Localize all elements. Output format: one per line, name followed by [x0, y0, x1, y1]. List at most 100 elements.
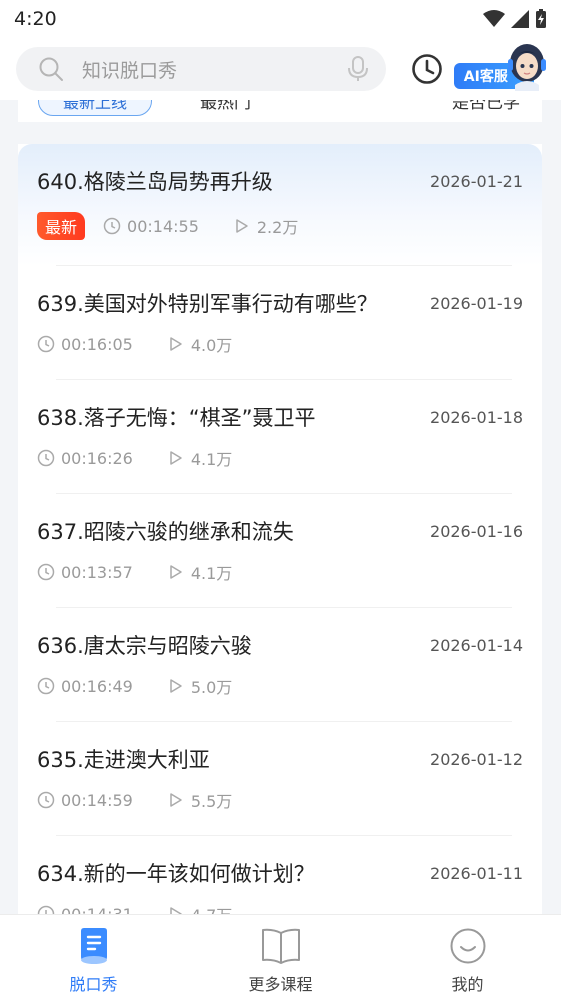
list-item[interactable]: 634.新的一年该如何做计划？ 2026-01-11 00:14:31 4.7万: [18, 836, 542, 914]
play-count-text: 5.5万: [190, 792, 233, 811]
duration: 00:16:05: [37, 335, 133, 354]
search-icon: [39, 57, 63, 81]
duration: 00:16:26: [37, 449, 133, 468]
ai-avatar-icon: [508, 44, 546, 91]
episode-date: 2026-01-16: [430, 522, 523, 541]
top-bar: 知识脱口秀 AI客服: [0, 38, 561, 100]
battery-icon: [536, 9, 546, 28]
play-icon: [170, 679, 182, 693]
search-bar[interactable]: 知识脱口秀: [16, 47, 387, 91]
play-count-text: 5.0万: [190, 678, 233, 697]
episode-title: 637.昭陵六骏的继承和流失: [37, 520, 294, 544]
play-icon: [170, 793, 182, 807]
episode-date: 2026-01-19: [430, 294, 523, 313]
episode-meta: 00:16:05 4.0万: [37, 332, 232, 356]
play-count: 4.7万: [169, 902, 232, 914]
play-count-text: 2.2万: [256, 218, 299, 237]
filter-row: 最新上线 最热门 是否已学: [18, 100, 542, 122]
episode-meta: 00:14:59 5.5万: [37, 788, 232, 812]
play-count: 5.5万: [169, 788, 232, 812]
filter-hot[interactable]: 最热门: [200, 100, 251, 113]
list-item[interactable]: 640.格陵兰岛局势再升级 2026-01-21 最新 00:14:55 2.2…: [18, 144, 542, 266]
play-count: 4.1万: [169, 446, 232, 470]
bottom-tab-bar: 脱口秀 更多课程 我的: [0, 914, 561, 999]
episode-title: 639.美国对外特别军事行动有哪些？: [37, 292, 378, 316]
clock-icon: [37, 677, 55, 695]
play-count-text: 4.1万: [190, 564, 233, 583]
play-count-text: 4.1万: [190, 450, 233, 469]
duration-text: 00:14:55: [127, 216, 199, 236]
talkshow-icon: [80, 928, 107, 964]
episode-meta: 00:16:49 5.0万: [37, 674, 232, 698]
clock-icon: [37, 335, 55, 353]
clock-icon: [37, 791, 55, 809]
ai-service-button[interactable]: AI客服: [453, 44, 546, 91]
episode-title: 635.走进澳大利亚: [37, 748, 210, 772]
list-item[interactable]: 639.美国对外特别军事行动有哪些？ 2026-01-19 00:16:05 4…: [18, 266, 542, 380]
play-icon: [170, 337, 182, 351]
episode-title: 638.落子无悔：“棋圣”聂卫平: [37, 406, 316, 430]
filter-learned[interactable]: 是否已学: [452, 100, 520, 113]
episode-title: 634.新的一年该如何做计划？: [37, 862, 315, 886]
episode-date: 2026-01-12: [430, 750, 523, 769]
play-count: 4.0万: [169, 332, 232, 356]
episode-list: 640.格陵兰岛局势再升级 2026-01-21 最新 00:14:55 2.2…: [18, 144, 542, 914]
duration-text: 00:13:57: [61, 562, 133, 582]
duration: 00:14:59: [37, 791, 133, 810]
play-icon: [170, 565, 182, 579]
clock-icon: [37, 905, 55, 914]
play-count: 2.2万: [235, 214, 298, 238]
episode-date: 2026-01-11: [430, 864, 523, 883]
clock-icon: [103, 217, 121, 235]
episode-meta: 00:13:57 4.1万: [37, 560, 232, 584]
episode-meta: 00:14:31 4.7万: [37, 902, 232, 914]
play-count-text: 4.0万: [190, 336, 233, 355]
play-count: 5.0万: [169, 674, 232, 698]
play-count: 4.1万: [169, 560, 232, 584]
duration: 00:16:49: [37, 677, 133, 696]
filter-latest[interactable]: 最新上线: [38, 100, 152, 116]
episode-title: 640.格陵兰岛局势再升级: [37, 170, 273, 194]
clock-icon: [412, 54, 442, 84]
tab-label: 我的: [451, 975, 484, 994]
signal-icon: [511, 10, 529, 28]
history-button[interactable]: [410, 52, 444, 86]
episode-title: 636.唐太宗与昭陵六骏: [37, 634, 252, 658]
list-item[interactable]: 637.昭陵六骏的继承和流失 2026-01-16 00:13:57 4.1万: [18, 494, 542, 608]
system-icons: [483, 9, 547, 29]
duration-text: 00:16:05: [61, 334, 133, 354]
tab-more-courses[interactable]: 更多课程: [187, 915, 374, 999]
episode-date: 2026-01-18: [430, 408, 523, 427]
duration-text: 00:16:49: [61, 676, 133, 696]
list-item[interactable]: 636.唐太宗与昭陵六骏 2026-01-14 00:16:49 5.0万: [18, 608, 542, 722]
profile-face-icon: [450, 928, 485, 964]
clock-icon: [37, 449, 55, 467]
duration: 00:13:57: [37, 563, 133, 582]
duration-text: 00:14:31: [61, 904, 133, 915]
duration-text: 00:16:26: [61, 448, 133, 468]
microphone-icon[interactable]: [348, 56, 369, 82]
play-icon: [236, 219, 248, 233]
episode-date: 2026-01-21: [430, 172, 523, 191]
play-icon: [170, 907, 182, 914]
play-count-text: 4.7万: [191, 902, 232, 914]
clock-icon: [37, 563, 55, 581]
duration: 00:14:55: [103, 217, 199, 236]
episode-date: 2026-01-14: [430, 636, 523, 655]
search-placeholder: 知识脱口秀: [82, 59, 178, 82]
duration-text: 00:14:59: [61, 790, 133, 810]
list-item[interactable]: 638.落子无悔：“棋圣”聂卫平 2026-01-18 00:16:26 4.1…: [18, 380, 542, 494]
tab-label: 更多课程: [248, 975, 313, 994]
tab-talkshow[interactable]: 脱口秀: [0, 915, 187, 999]
book-icon: [261, 928, 300, 964]
episode-meta: 最新 00:14:55 2.2万: [37, 212, 298, 240]
new-badge: 最新: [37, 212, 86, 240]
tab-label: 脱口秀: [69, 975, 118, 994]
duration: 00:14:31: [37, 904, 133, 915]
tab-mine[interactable]: 我的: [374, 915, 561, 999]
status-bar: 4:20: [0, 0, 561, 38]
status-time: 4:20: [14, 8, 57, 30]
episode-meta: 00:16:26 4.1万: [37, 446, 232, 470]
wifi-icon: [483, 10, 505, 27]
list-item[interactable]: 635.走进澳大利亚 2026-01-12 00:14:59 5.5万: [18, 722, 542, 836]
